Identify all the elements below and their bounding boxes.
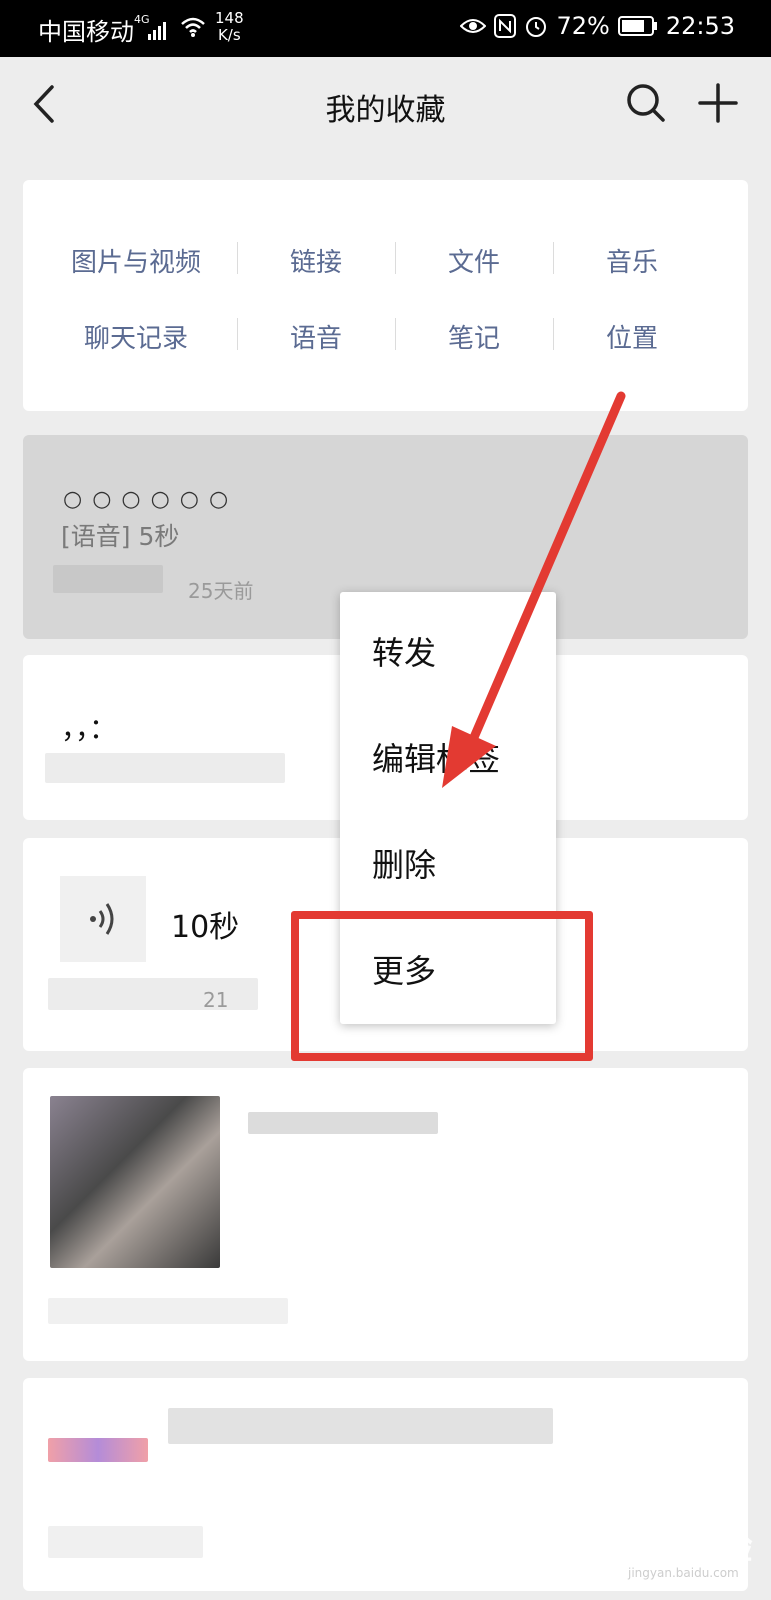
baidu-watermark: Bai度经验 xyxy=(590,1528,753,1568)
red-arrow-annotation xyxy=(442,391,626,788)
watermark-url: jingyan.baidu.com xyxy=(628,1566,739,1580)
